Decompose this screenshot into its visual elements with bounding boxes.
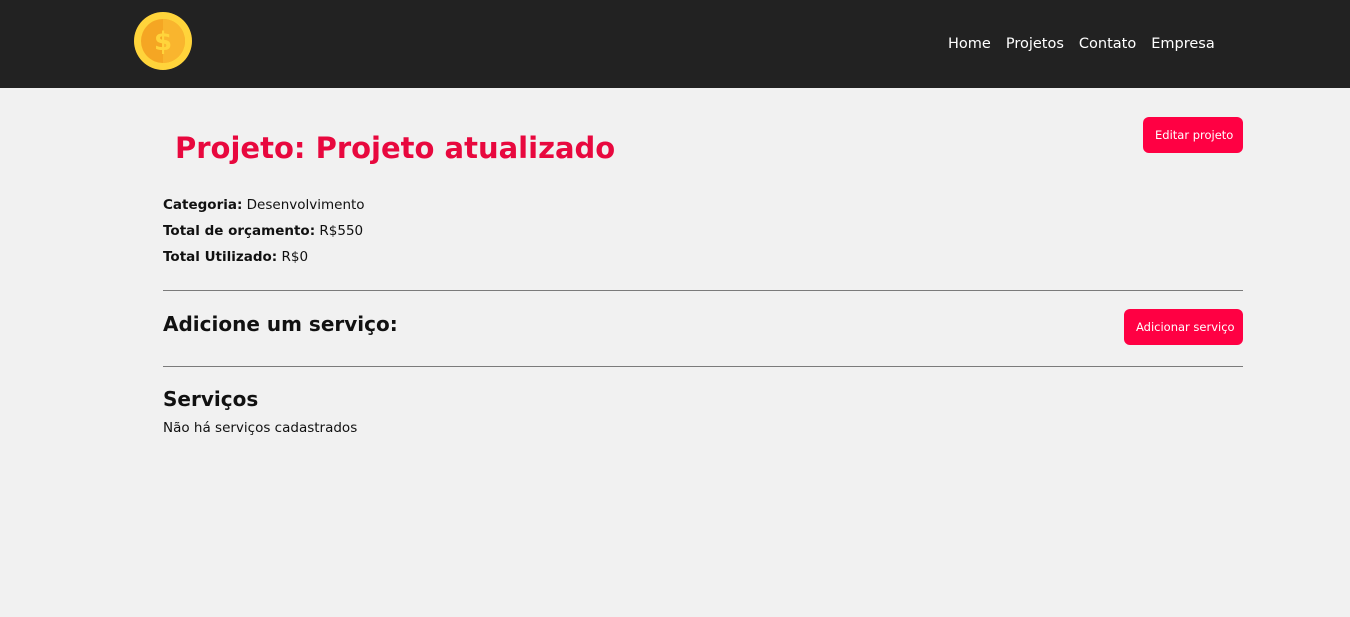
add-service-section: Adicione um serviço: Adicionar serviço [163, 291, 1243, 366]
nav-link-projetos[interactable]: Projetos [1006, 36, 1064, 52]
services-section: Serviços Não há serviços cadastrados [163, 367, 1243, 436]
empty-services-message: Não há serviços cadastrados [163, 420, 358, 436]
navbar: $ Home Projetos Contato Empresa [0, 0, 1350, 88]
category-row: Categoria: Desenvolvimento [163, 192, 1243, 218]
nav-link-home[interactable]: Home [948, 36, 991, 52]
services-title: Serviços [163, 387, 259, 411]
project-header: Projeto: Projeto atualizado Editar proje… [163, 117, 1243, 187]
nav-item-contato: Contato [1079, 33, 1136, 52]
project-container: Projeto: Projeto atualizado Editar proje… [163, 88, 1243, 436]
add-service-button[interactable]: Adicionar serviço [1124, 309, 1243, 345]
edit-project-button[interactable]: Editar projeto [1143, 117, 1243, 153]
used-value: R$0 [281, 249, 309, 265]
nav-item-projetos: Projetos [1006, 33, 1064, 52]
nav-link-empresa[interactable]: Empresa [1151, 36, 1215, 52]
project-info: Categoria: Desenvolvimento Total de orça… [163, 192, 1243, 270]
nav-link-contato[interactable]: Contato [1079, 36, 1136, 52]
svg-text:$: $ [154, 27, 172, 57]
coin-dollar-icon[interactable]: $ [134, 12, 192, 70]
nav-links: Home Projetos Contato Empresa [948, 33, 1230, 52]
used-label: Total Utilizado: [163, 249, 278, 265]
add-service-title: Adicione um serviço: [163, 312, 398, 336]
page-title: Projeto: Projeto atualizado [175, 131, 616, 165]
category-label: Categoria: [163, 197, 243, 213]
budget-label: Total de orçamento: [163, 223, 316, 239]
nav-item-empresa: Empresa [1151, 33, 1215, 52]
budget-row: Total de orçamento: R$550 [163, 218, 1243, 244]
used-row: Total Utilizado: R$0 [163, 244, 1243, 270]
budget-value: R$550 [319, 223, 364, 239]
category-value: Desenvolvimento [246, 197, 365, 213]
nav-item-home: Home [948, 33, 991, 52]
